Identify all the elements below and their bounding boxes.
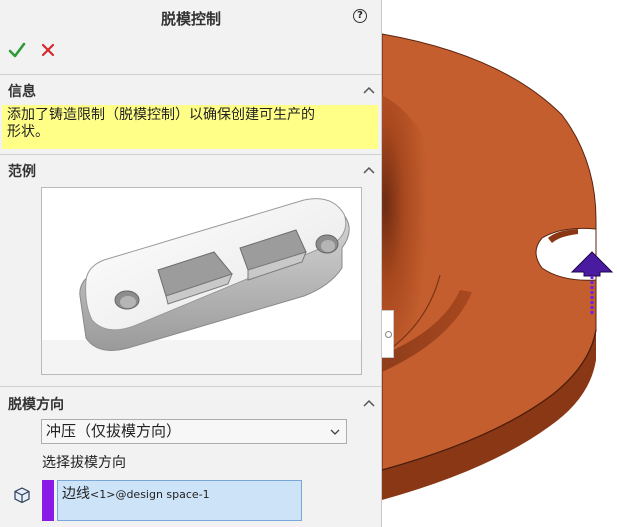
selection-color-swatch: [42, 480, 54, 521]
section-divider: [0, 74, 381, 75]
example-part-image: [79, 198, 350, 351]
chevron-up-icon[interactable]: [363, 166, 375, 174]
check-icon[interactable]: [8, 41, 26, 59]
selection-body: @design space-1: [115, 488, 210, 501]
example-image-frame: [41, 187, 362, 375]
question-circle-icon[interactable]: ?: [353, 9, 367, 23]
selection-entity: 边线: [62, 486, 90, 502]
property-manager-panel: 脱模控制 ? 信息 添加了铸造限制（脱模控制）以确保创建可生产的 形状。 范例: [0, 0, 382, 527]
chevron-down-icon: [330, 429, 340, 435]
panel-title: 脱模控制: [160, 10, 221, 28]
example-section-heading: 范例: [8, 164, 36, 180]
mold-type-selected-value: 冲压（仅拔模方向）: [46, 422, 182, 440]
info-message: 添加了铸造限制（脱模控制）以确保创建可生产的 形状。: [2, 105, 378, 149]
selection-index: <1>: [90, 488, 116, 501]
section-divider: [0, 386, 381, 387]
section-divider: [0, 154, 381, 155]
direction-selection-field[interactable]: 边线<1>@design space-1: [57, 480, 302, 521]
direction-section-heading: 脱模方向: [8, 397, 64, 413]
info-message-line: 添加了铸造限制（脱模控制）以确保创建可生产的: [7, 107, 315, 123]
cube-icon: [14, 487, 30, 504]
chevron-up-icon[interactable]: [363, 86, 375, 94]
close-icon[interactable]: [40, 42, 56, 58]
mold-type-select[interactable]: 冲压（仅拔模方向）: [41, 419, 347, 444]
panel-flyout-handle[interactable]: [382, 310, 394, 358]
info-section-heading: 信息: [8, 84, 36, 100]
graphics-viewport[interactable]: [382, 0, 617, 527]
select-direction-label: 选择拔模方向: [42, 455, 126, 471]
info-message-line: 形状。: [7, 124, 49, 140]
chevron-up-icon[interactable]: [363, 399, 375, 407]
